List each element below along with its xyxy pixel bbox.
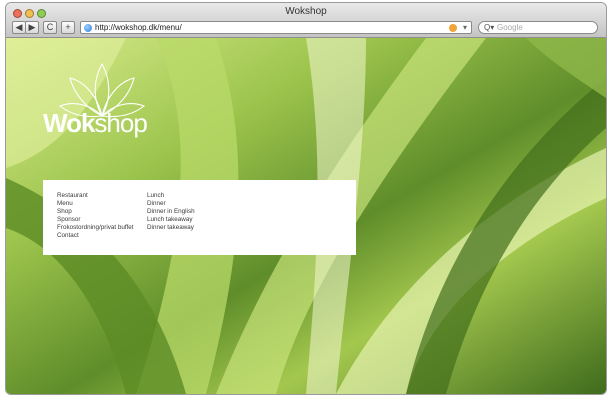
menu-item-menu[interactable]: Menu: [57, 200, 134, 208]
search-icon: Q▾: [484, 23, 495, 32]
forward-icon: ▶: [28, 22, 36, 32]
menu-item-shop[interactable]: Shop: [57, 208, 134, 216]
wokshop-logo-text[interactable]: Wokshop: [43, 108, 148, 139]
rss-icon[interactable]: [449, 24, 457, 32]
submenu-item-dinner[interactable]: Dinner: [147, 200, 195, 208]
menu-item-sponsor[interactable]: Sponsor: [57, 216, 134, 224]
logo-text-light: shop: [94, 108, 147, 138]
logo-text-bold: Wok: [43, 108, 95, 138]
submenu-item-dinner-english[interactable]: Dinner in English: [147, 208, 195, 216]
menu-item-frokostordning[interactable]: Frokostordning/privat buffet: [57, 224, 134, 232]
add-bookmark-icon: +: [65, 22, 71, 32]
back-icon: ◀: [15, 22, 23, 32]
title-bar: Wokshop ◀ ▶ C + http://wokshop.dk/menu/ …: [6, 3, 606, 38]
search-field[interactable]: Q▾ Google: [478, 21, 598, 34]
window-title: Wokshop: [285, 6, 327, 17]
back-button[interactable]: ◀: [12, 21, 26, 34]
url-text[interactable]: http://wokshop.dk/menu/: [95, 22, 182, 33]
submenu-item-lunch-takeaway[interactable]: Lunch takeaway: [147, 216, 195, 224]
menu-item-contact[interactable]: Contact: [57, 232, 134, 240]
globe-icon: [84, 24, 92, 32]
reload-button[interactable]: C: [43, 21, 57, 34]
browser-window: Wokshop ◀ ▶ C + http://wokshop.dk/menu/ …: [6, 3, 606, 394]
menu-item-restaurant[interactable]: Restaurant: [57, 192, 134, 200]
address-dropdown-icon[interactable]: ▾: [463, 22, 467, 33]
submenu-item-dinner-takeaway[interactable]: Dinner takeaway: [147, 224, 195, 232]
site-navigation-panel: Restaurant Menu Shop Sponsor Frokostordn…: [43, 180, 356, 255]
page-content: Wokshop Restaurant Menu Shop Sponsor Fro…: [6, 38, 606, 394]
add-bookmark-button[interactable]: +: [61, 21, 75, 34]
submenu-item-lunch[interactable]: Lunch: [147, 192, 195, 200]
address-bar[interactable]: http://wokshop.dk/menu/ ▾: [80, 21, 472, 34]
search-placeholder: Google: [497, 23, 523, 32]
forward-button[interactable]: ▶: [25, 21, 39, 34]
reload-icon: C: [46, 22, 54, 32]
sub-menu-list: Lunch Dinner Dinner in English Lunch tak…: [147, 192, 195, 232]
main-menu-list: Restaurant Menu Shop Sponsor Frokostordn…: [57, 192, 134, 240]
